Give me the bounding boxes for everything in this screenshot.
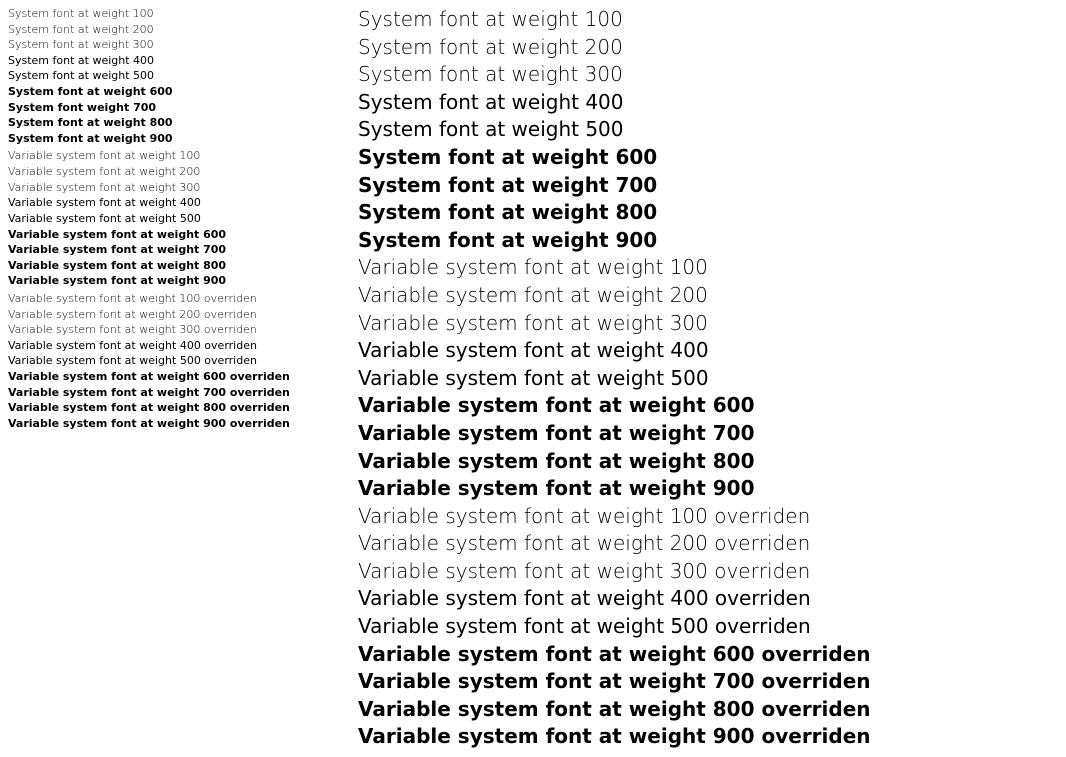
- font-weight-line: Variable system font at weight 400 overr…: [358, 585, 1058, 613]
- font-weight-line: Variable system font at weight 200 overr…: [358, 530, 1058, 558]
- font-weight-line: Variable system font at weight 200 overr…: [8, 307, 328, 323]
- font-weight-line: Variable system font at weight 700 overr…: [358, 668, 1058, 696]
- right-column: System font at weight 100System font at …: [348, 6, 1058, 751]
- font-weight-line: Variable system font at weight 100 overr…: [358, 503, 1058, 531]
- font-weight-line: Variable system font at weight 100: [8, 148, 328, 164]
- font-weight-line: Variable system font at weight 500 overr…: [358, 613, 1058, 641]
- font-weight-line: System font weight 700: [8, 100, 328, 116]
- font-weight-line: System font at weight 100: [358, 6, 1058, 34]
- font-weight-line: Variable system font at weight 100: [358, 254, 1058, 282]
- font-weight-line: Variable system font at weight 200: [8, 164, 328, 180]
- font-weight-line: Variable system font at weight 500: [358, 365, 1058, 393]
- font-weight-line: System font at weight 600: [358, 144, 1058, 172]
- font-weight-line: Variable system font at weight 600: [358, 392, 1058, 420]
- font-weight-line: Variable system font at weight 300 overr…: [8, 322, 328, 338]
- font-weight-line: System font at weight 900: [358, 227, 1058, 255]
- font-weight-line: System font at weight 500: [358, 116, 1058, 144]
- font-weight-line: Variable system font at weight 700: [8, 242, 328, 258]
- font-weight-line: Variable system font at weight 400: [358, 337, 1058, 365]
- font-weight-line: Variable system font at weight 800 overr…: [8, 400, 328, 416]
- font-weight-line: Variable system font at weight 700 overr…: [8, 385, 328, 401]
- font-weight-line: Variable system font at weight 600 overr…: [8, 369, 328, 385]
- font-weight-line: Variable system font at weight 300: [8, 180, 328, 196]
- font-weight-line: Variable system font at weight 300: [358, 310, 1058, 338]
- font-weight-line: System font at weight 700: [358, 172, 1058, 200]
- font-weight-line: System font at weight 900: [8, 131, 328, 147]
- font-weight-line: System font at weight 300: [8, 37, 328, 53]
- font-weight-line: Variable system font at weight 800: [8, 258, 328, 274]
- font-weight-line: System font at weight 800: [358, 199, 1058, 227]
- font-weight-line: Variable system font at weight 900 overr…: [358, 723, 1058, 751]
- font-weight-line: Variable system font at weight 600 overr…: [358, 641, 1058, 669]
- font-weight-line: Variable system font at weight 900: [8, 273, 328, 289]
- font-weight-line: System font at weight 300: [358, 61, 1058, 89]
- font-weight-line: Variable system font at weight 400 overr…: [8, 338, 328, 354]
- left-variable-overridden: Variable system font at weight 100 overr…: [8, 291, 328, 431]
- main-layout: System font at weight 100System font at …: [8, 6, 1058, 751]
- left-variable-fonts: Variable system font at weight 100Variab…: [8, 148, 328, 288]
- font-weight-line: System font at weight 200: [358, 34, 1058, 62]
- font-weight-line: Variable system font at weight 900: [358, 475, 1058, 503]
- font-weight-line: Variable system font at weight 400: [8, 195, 328, 211]
- font-weight-line: Variable system font at weight 600: [8, 227, 328, 243]
- font-weight-line: System font at weight 600: [8, 84, 328, 100]
- font-weight-line: System font at weight 800: [8, 115, 328, 131]
- font-weight-line: System font at weight 400: [8, 53, 328, 69]
- font-weight-line: Variable system font at weight 500: [8, 211, 328, 227]
- font-weight-line: Variable system font at weight 100 overr…: [8, 291, 328, 307]
- right-system-fonts: System font at weight 100System font at …: [358, 6, 1058, 254]
- font-weight-line: System font at weight 200: [8, 22, 328, 38]
- font-weight-line: Variable system font at weight 200: [358, 282, 1058, 310]
- right-variable-overridden: Variable system font at weight 100 overr…: [358, 503, 1058, 751]
- font-weight-line: Variable system font at weight 800: [358, 448, 1058, 476]
- font-weight-line: System font at weight 400: [358, 89, 1058, 117]
- left-system-fonts: System font at weight 100System font at …: [8, 6, 328, 146]
- font-weight-line: Variable system font at weight 700: [358, 420, 1058, 448]
- font-weight-line: Variable system font at weight 800 overr…: [358, 696, 1058, 724]
- right-variable-fonts: Variable system font at weight 100Variab…: [358, 254, 1058, 502]
- font-weight-line: Variable system font at weight 500 overr…: [8, 353, 328, 369]
- font-weight-line: System font at weight 100: [8, 6, 328, 22]
- left-column: System font at weight 100System font at …: [8, 6, 348, 751]
- font-weight-line: System font at weight 500: [8, 68, 328, 84]
- font-weight-line: Variable system font at weight 300 overr…: [358, 558, 1058, 586]
- font-weight-line: Variable system font at weight 900 overr…: [8, 416, 328, 432]
